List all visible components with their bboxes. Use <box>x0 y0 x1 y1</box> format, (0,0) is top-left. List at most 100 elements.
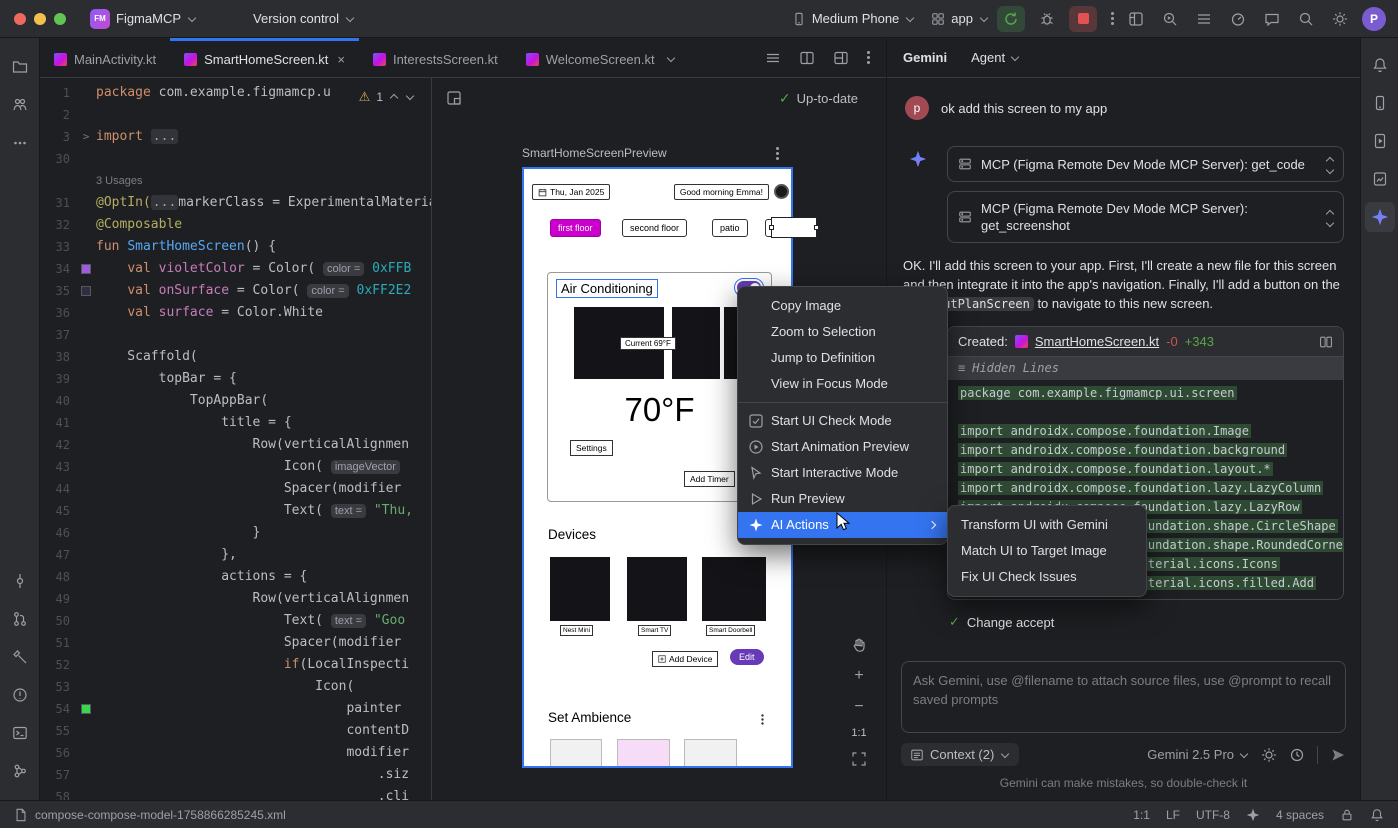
floor-chip-second[interactable]: second floor <box>622 219 687 237</box>
debug-button[interactable] <box>1039 11 1055 27</box>
menu-item-run-preview[interactable]: Run Preview <box>738 486 947 512</box>
menu-item-view-in-focus-mode[interactable]: View in Focus Mode <box>738 371 947 397</box>
status-zoom-ratio[interactable]: 1:1 <box>1133 808 1150 822</box>
project-widget[interactable]: FM FigmaMCP <box>82 5 205 33</box>
tool-call-get-code[interactable]: MCP (Figma Remote Dev Mode MCP Server): … <box>947 146 1344 182</box>
minimize-window-button[interactable] <box>34 13 46 25</box>
selection-handles[interactable] <box>771 217 817 238</box>
menu-item-start-interactive-mode[interactable]: Start Interactive Mode <box>738 460 947 486</box>
zoom-in-button[interactable]: + <box>848 665 870 687</box>
rerun-button[interactable] <box>997 6 1025 32</box>
submenu-item-transform-ui[interactable]: Transform UI with Gemini <box>948 512 1146 538</box>
run-anything-icon[interactable] <box>1162 11 1178 27</box>
ai-chat-icon[interactable] <box>1264 11 1280 27</box>
tab-smarthomescreen[interactable]: SmartHomeScreen.kt × <box>170 38 359 77</box>
inspection-widget[interactable]: ⚠ 1 <box>353 84 421 110</box>
status-file-widget[interactable]: compose-compose-model-1758866285245.xml <box>14 808 286 822</box>
status-line-separator[interactable]: LF <box>1166 808 1180 822</box>
submenu-item-match-ui[interactable]: Match UI to Target Image <box>948 538 1146 564</box>
submenu-item-fix-ui-check[interactable]: Fix UI Check Issues <box>948 564 1146 590</box>
next-problem-icon[interactable] <box>406 92 414 100</box>
zoom-ratio-label[interactable]: 1:1 <box>851 727 866 739</box>
profile-avatar[interactable] <box>774 184 789 199</box>
floor-chip-patio[interactable]: patio <box>712 219 748 237</box>
context-chip[interactable]: Context (2) <box>901 743 1019 766</box>
ambience-tile[interactable] <box>617 739 670 768</box>
tab-list-chevron-icon[interactable] <box>666 54 674 62</box>
version-control-tool-icon[interactable] <box>5 756 35 786</box>
created-file-link[interactable]: SmartHomeScreen.kt <box>1035 334 1159 349</box>
expand-icon[interactable] <box>1327 208 1333 226</box>
tool-call-get-screenshot[interactable]: MCP (Figma Remote Dev Mode MCP Server): … <box>947 191 1344 243</box>
profiler-icon[interactable] <box>1230 11 1246 27</box>
status-encoding[interactable]: UTF-8 <box>1196 808 1230 822</box>
open-diff-icon[interactable] <box>1319 335 1333 349</box>
app-quality-insights-icon[interactable] <box>1365 164 1395 194</box>
chat-settings-gear-icon[interactable] <box>1261 747 1277 763</box>
user-avatar[interactable]: P <box>1362 7 1386 31</box>
floor-chip-first[interactable]: first floor <box>550 219 601 237</box>
split-editor-icon[interactable] <box>799 50 815 66</box>
menu-item-start-animation-preview[interactable]: Start Animation Preview <box>738 434 947 460</box>
more-tools-icon[interactable] <box>5 128 35 158</box>
settings-chip[interactable]: Settings <box>570 440 613 456</box>
menu-item-start-ui-check-mode[interactable]: Start UI Check Mode <box>738 408 947 434</box>
ambience-tile[interactable] <box>684 739 737 768</box>
preview-toolbar-icon[interactable] <box>446 90 462 106</box>
build-tool-icon[interactable] <box>5 642 35 672</box>
structure-tool-icon[interactable] <box>5 90 35 120</box>
editor-layout-icon[interactable] <box>833 50 849 66</box>
tab-interestsscreen[interactable]: InterestsScreen.kt <box>359 38 512 77</box>
structure-icon[interactable] <box>1128 11 1144 27</box>
preview-kebab-icon[interactable] <box>776 152 779 155</box>
hidden-lines-row[interactable]: ≡ Hidden Lines <box>948 357 1343 380</box>
menu-item-copy-image[interactable]: Copy Image <box>738 293 947 319</box>
device-manager-icon[interactable] <box>1365 88 1395 118</box>
menu-icon[interactable] <box>1196 11 1212 27</box>
project-tool-icon[interactable] <box>5 52 35 82</box>
editor-list-icon[interactable] <box>765 50 781 66</box>
status-indent[interactable]: 4 spaces <box>1276 808 1324 822</box>
ambience-tile[interactable] <box>550 739 602 768</box>
vcs-widget[interactable]: Version control <box>245 7 363 30</box>
close-tab-icon[interactable]: × <box>337 52 345 67</box>
window-controls[interactable] <box>14 13 66 25</box>
pull-requests-icon[interactable] <box>5 604 35 634</box>
status-lock-icon[interactable] <box>1340 808 1354 822</box>
maximize-window-button[interactable] <box>54 13 66 25</box>
device-selector[interactable]: Medium Phone <box>784 7 923 30</box>
problems-tool-icon[interactable] <box>5 680 35 710</box>
menu-item-zoom-to-selection[interactable]: Zoom to Selection <box>738 319 947 345</box>
notifications-icon[interactable] <box>1365 50 1395 80</box>
editor-more-icon[interactable] <box>867 56 870 59</box>
terminal-tool-icon[interactable] <box>5 718 35 748</box>
add-device-button[interactable]: Add Device <box>652 651 718 667</box>
send-icon[interactable] <box>1330 747 1346 763</box>
close-window-button[interactable] <box>14 13 26 25</box>
zoom-out-button[interactable]: − <box>848 696 870 718</box>
run-config-selector[interactable]: app <box>923 7 997 30</box>
running-devices-icon[interactable] <box>1365 126 1395 156</box>
edit-button[interactable]: Edit <box>730 649 764 665</box>
ambience-kebab-icon[interactable] <box>761 718 763 720</box>
status-notifications-icon[interactable] <box>1370 808 1384 822</box>
code-editor[interactable]: 1package com.example.figmamcp.u23>import… <box>40 78 432 800</box>
model-selector[interactable]: Gemini 2.5 Pro <box>1147 747 1249 762</box>
add-timer-button[interactable]: Add Timer <box>684 471 735 487</box>
tab-agent[interactable]: Agent <box>971 50 1020 65</box>
expand-icon[interactable] <box>1327 155 1333 173</box>
prev-problem-icon[interactable] <box>390 94 398 102</box>
zoom-to-fit-icon[interactable] <box>848 748 870 770</box>
search-icon[interactable] <box>1298 11 1314 27</box>
status-gemini-spark-icon[interactable] <box>1246 808 1260 822</box>
settings-gear-icon[interactable] <box>1332 11 1348 27</box>
history-clock-icon[interactable] <box>1289 747 1305 763</box>
chat-prompt-input[interactable]: Ask Gemini, use @filename to attach sour… <box>901 661 1346 733</box>
commit-tool-icon[interactable] <box>5 566 35 596</box>
gemini-tool-icon[interactable] <box>1365 202 1395 232</box>
menu-item-jump-to-definition[interactable]: Jump to Definition <box>738 345 947 371</box>
stop-button[interactable] <box>1069 6 1097 32</box>
tab-gemini[interactable]: Gemini <box>903 50 947 65</box>
tab-mainactivity[interactable]: MainActivity.kt <box>40 38 170 77</box>
more-actions-icon[interactable] <box>1111 17 1114 20</box>
